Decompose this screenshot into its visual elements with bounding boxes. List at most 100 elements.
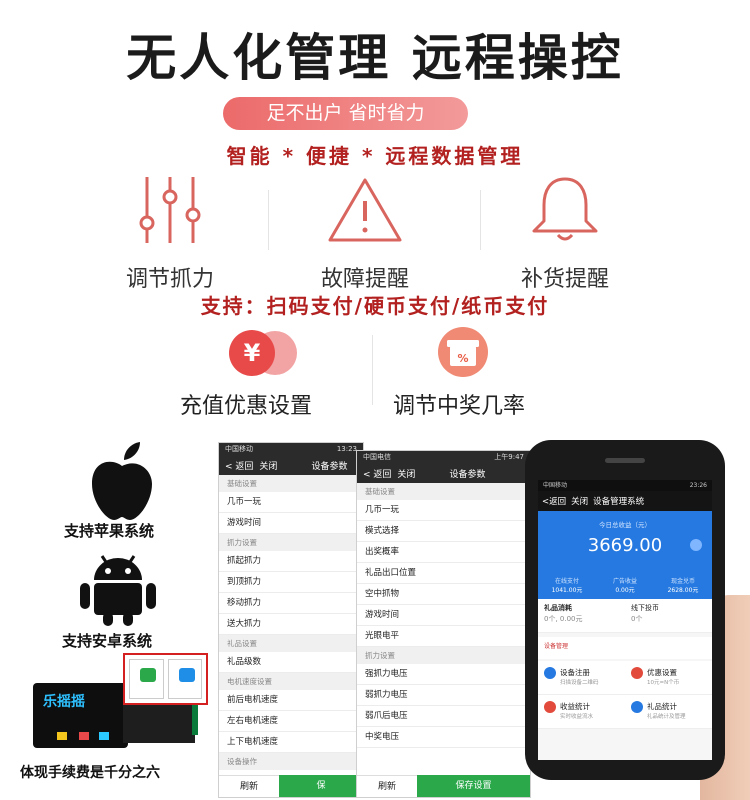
divider [372,335,373,405]
section-header: 抓力设置 [357,647,530,664]
warning-icon [328,178,402,242]
discount-settings-button[interactable]: 优惠设置 10元=N个币 [625,661,712,695]
setting-row[interactable]: 礼品级数 [219,652,363,673]
phone-screen-params-2: 中国电信 上午9:47 < 返回 关闭 设备参数 基础设置 几币一玩 模式选择 … [356,450,531,798]
carrier-text: 中国移动 [225,445,253,453]
setting-row[interactable]: 模式选择 [357,521,530,542]
revenue-icon [544,701,556,713]
time-text: 上午9:47 [494,453,524,461]
bell-icon [532,177,597,241]
wechat-pay-qr [129,659,164,699]
revenue-summary: 今日总收益（元） 3669.00 在线支付 1041.00元 广告收益 0.00元 … [538,511,712,599]
time-text: 23:26 [689,482,707,489]
setting-row[interactable]: 礼品出口位置 [357,563,530,584]
setting-row[interactable]: 左右电机速度 [219,711,363,732]
setting-row[interactable]: 中奖电压 [357,727,530,748]
status-bar: 中国移动 23:26 [538,480,712,491]
phone-screen-params-1: 中国移动 13:23 < 返回 关闭 设备参数 基础设置 几币一玩 游戏时间 抓… [218,442,364,798]
today-revenue-label: 今日总收益（元） [599,521,651,529]
stat-cash-exchange: 现金兑币 2628.00元 [667,578,699,594]
setting-row[interactable]: 到顶抓力 [219,572,363,593]
svg-text:¥: ¥ [244,339,261,367]
close-button[interactable]: 关闭 [397,467,415,480]
section-header: 基础设置 [357,483,530,500]
device-management-screen: 中国移动 23:26 <返回 关闭 设备管理系统 今日总收益（元） 3669.0… [538,480,712,760]
setting-row[interactable]: 游戏时间 [219,513,363,534]
register-icon [544,667,556,679]
nav-title: 设备管理系统 [593,497,645,507]
feature-label: 补货提醒 [520,267,609,292]
action-bar: 刷新 保 [219,775,363,797]
setting-row[interactable]: 送大抓力 [219,614,363,635]
save-button[interactable]: 保 [279,775,363,797]
stat-ad-revenue: 广告收益 0.00元 [612,578,637,594]
yen-coupon-icon: ¥ [229,330,297,376]
headline: 无人化管理 远程操控 [126,29,624,87]
nav-bar: <返回 关闭 设备管理系统 [538,491,712,511]
setting-row[interactable]: 移动抓力 [219,593,363,614]
apple-icon [92,442,152,520]
setting-row[interactable]: 几币一玩 [357,500,530,521]
consumption-row: 礼品消耗 0个, 0.00元 线下投币 0个 [538,599,712,633]
notice-bar[interactable]: 设备管理 [538,637,712,659]
android-icon [80,555,156,626]
status-bar: 中国电信 上午9:47 [357,451,530,463]
feature-label: 调节抓力 [125,267,214,292]
gift-stats-button[interactable]: 礼品统计 礼品统计及管理 [625,695,712,729]
feature-restock-alert: 补货提醒 [475,175,655,293]
section-header: 礼品设置 [219,635,363,652]
tagline-pill: 足不出户 省时省力 [223,97,468,130]
payment-qr-card [123,653,208,705]
main-phone: 中国移动 23:26 <返回 关闭 设备管理系统 今日总收益（元） 3669.0… [525,440,725,780]
close-button[interactable]: 关闭 [571,495,588,507]
stat-online-pay: 在线支付 1041.00元 [551,578,583,594]
nav-title: 设备参数 [311,461,348,472]
help-icon[interactable] [690,539,702,551]
gift-icon [631,701,643,713]
setting-row[interactable]: 强抓力电压 [357,664,530,685]
back-button[interactable]: < 返回 [363,467,391,480]
setting-row[interactable]: 抓起抓力 [219,551,363,572]
discount-icon [631,667,643,679]
back-button[interactable]: <返回 [542,495,566,507]
carrier-text: 中国电信 [363,453,391,461]
alipay-qr [167,659,202,699]
refresh-button[interactable]: 刷新 [219,775,279,797]
payment-methods: 支持：扫码支付/硬币支付/纸币支付 [200,294,550,318]
section-header: 基础设置 [219,475,363,492]
sliders-icon [139,177,201,243]
section-header: 电机速度设置 [219,673,363,690]
antenna-image [192,700,198,735]
revenue-stats-button[interactable]: 收益统计 实时收益流水 [538,695,625,729]
divider [268,190,269,250]
setting-row[interactable]: 前后电机速度 [219,690,363,711]
save-settings-button[interactable]: 保存设置 [417,775,530,797]
option-label: 充值优惠设置 [180,394,313,419]
setting-row[interactable]: 几币一玩 [219,492,363,513]
setting-row[interactable]: 光眼电平 [357,626,530,647]
gift-consume-cell: 礼品消耗 0个, 0.00元 [544,604,583,623]
feature-adjust-grip: 调节抓力 [80,175,260,293]
setting-row[interactable]: 上下电机速度 [219,732,363,753]
refresh-button[interactable]: 刷新 [357,775,417,797]
section-header: 抓力设置 [219,534,363,551]
setting-row[interactable]: 弱抓力电压 [357,685,530,706]
setting-row[interactable]: 出奖概率 [357,542,530,563]
controller-device-image: 乐摇摇 [33,683,128,748]
controller-board-image [123,705,195,743]
nav-title: 设备参数 [449,469,486,480]
setting-row[interactable]: 空中抓物 [357,584,530,605]
option-label: 调节中奖几率 [393,394,526,419]
function-grid: 设备注册 扫描设备二维码 优惠设置 10元=N个币 收益统计 实时收益流水 礼品统计礼… [538,661,712,729]
setting-row[interactable]: 弱爪后电压 [357,706,530,727]
feature-fault-alert: 故障提醒 [275,175,455,293]
device-register-button[interactable]: 设备注册 扫描设备二维码 [538,661,625,695]
apple-support-label: 支持苹果系统 [64,522,155,540]
features-text: 智能 * 便捷 * 远程数据管理 [226,144,524,168]
close-button[interactable]: 关闭 [259,459,277,472]
back-button[interactable]: < 返回 [225,459,253,472]
offline-coin-cell: 线下投币 0个 [631,604,659,623]
setting-row[interactable]: 游戏时间 [357,605,530,626]
android-support-label: 支持安卓系统 [62,632,153,650]
today-revenue-value: 3669.00 [587,535,663,556]
